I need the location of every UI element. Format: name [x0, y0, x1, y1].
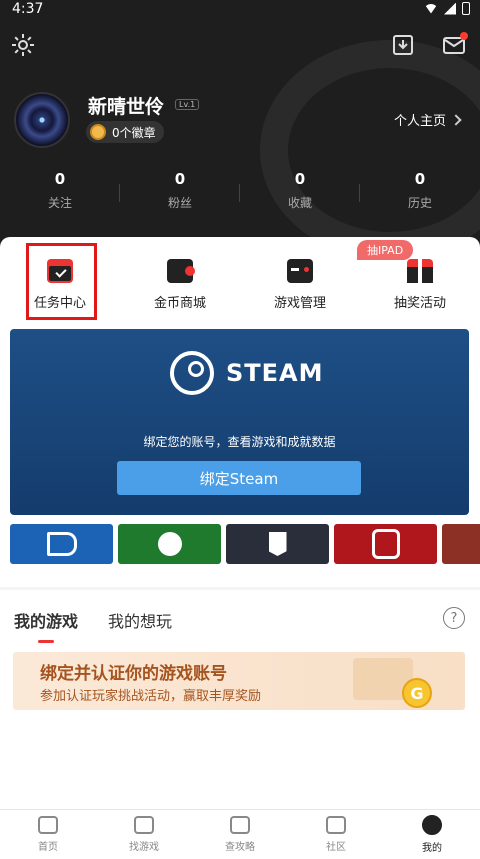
tab-label: 我的	[422, 843, 442, 854]
stat-following[interactable]: 0 关注	[0, 170, 120, 218]
message-button[interactable]	[440, 32, 468, 58]
stat-value: 0	[174, 170, 186, 188]
platform-card-partial[interactable]	[442, 524, 480, 564]
steam-logo: STEAM	[170, 351, 324, 395]
tab-label: 找游戏	[129, 842, 159, 853]
homepage-link[interactable]: 个人主页	[394, 110, 462, 129]
banner-title: 绑定并认证你的游戏账号	[40, 664, 227, 684]
quick-label: 游戏管理	[273, 295, 326, 311]
tab-my-games[interactable]: 我的游戏	[14, 608, 78, 632]
status-icons	[424, 2, 470, 15]
tab-mine[interactable]: 我的	[384, 810, 480, 859]
homepage-label: 个人主页	[394, 114, 447, 129]
bind-account-banner[interactable]: 绑定并认证你的游戏账号 参加认证玩家挑战活动，赢取丰厚奖励 G	[13, 652, 465, 710]
steam-icon	[170, 351, 214, 395]
gift-icon	[407, 258, 433, 283]
username: 新晴世伶	[88, 96, 165, 118]
coin-icon: G	[402, 678, 432, 708]
task-center-highlight	[26, 243, 97, 320]
tab-indicator	[38, 640, 54, 643]
game-management-button[interactable]: 游戏管理	[240, 247, 360, 322]
medal-icon	[90, 124, 106, 140]
help-icon[interactable]: ?	[443, 607, 465, 629]
stat-value: 0	[294, 170, 306, 188]
playstation-card[interactable]	[10, 524, 113, 564]
quick-label: 金币商城	[153, 295, 206, 311]
badges-button[interactable]: 0个徽章	[86, 121, 164, 143]
profile-header: 4:37 新晴世伶 Lv.1 0个徽章 个人主页 0 关注 0 粉丝 0 收藏 …	[0, 0, 480, 270]
stat-label: 关注	[47, 196, 72, 210]
gear-icon	[12, 34, 34, 56]
xbox-card[interactable]	[118, 524, 221, 564]
stat-value: 0	[54, 170, 66, 188]
settings-button[interactable]	[10, 32, 36, 58]
stat-label: 历史	[407, 196, 432, 210]
home-icon	[38, 816, 58, 834]
tab-label: 查攻略	[225, 842, 255, 853]
profile-icon	[422, 815, 442, 835]
download-icon	[393, 35, 413, 55]
notification-dot	[460, 32, 468, 40]
epic-games-card[interactable]	[226, 524, 329, 564]
badges-count: 0个徽章	[112, 125, 156, 140]
banner-subtitle: 参加认证玩家挑战活动，赢取丰厚奖励	[40, 689, 262, 704]
tab-label: 社区	[326, 842, 346, 853]
steam-bind-card: STEAM 绑定您的账号，查看游戏和成就数据 绑定Steam	[10, 329, 469, 515]
header-decoration	[260, 40, 480, 260]
chat-icon	[326, 816, 346, 834]
platform-carousel[interactable]	[10, 524, 480, 564]
coin-shop-button[interactable]: 金币商城	[120, 247, 240, 322]
stat-label: 粉丝	[167, 196, 192, 210]
status-time: 4:37	[12, 1, 44, 17]
tab-want-to-play[interactable]: 我的想玩	[108, 608, 172, 632]
chevron-right-icon	[450, 113, 462, 126]
gamepad-icon	[134, 816, 154, 834]
tab-find-games[interactable]: 找游戏	[96, 810, 192, 859]
lottery-tag: 抽IPAD	[357, 240, 414, 260]
my-games-section: 我的游戏 我的想玩 ? 绑定并认证你的游戏账号 参加认证玩家挑战活动，赢取丰厚奖…	[0, 590, 480, 810]
stat-history[interactable]: 0 历史	[360, 170, 480, 218]
bottom-tab-bar: 首页 找游戏 查攻略 社区 我的	[0, 809, 480, 859]
guide-icon	[230, 816, 250, 834]
steam-wordmark: STEAM	[226, 359, 324, 387]
stat-value: 0	[414, 170, 426, 188]
tab-home[interactable]: 首页	[0, 810, 96, 859]
stat-followers[interactable]: 0 粉丝	[120, 170, 240, 218]
signal-icon	[444, 2, 456, 15]
steam-description: 绑定您的账号，查看游戏和成就数据	[143, 435, 336, 449]
tab-label: 首页	[38, 842, 58, 853]
wifi-icon	[424, 3, 438, 14]
stat-label: 收藏	[287, 196, 312, 210]
avatar[interactable]	[14, 92, 70, 148]
quick-label: 抽奖活动	[393, 295, 446, 311]
wallet-icon	[167, 258, 195, 283]
download-button[interactable]	[390, 32, 416, 58]
stat-favorites[interactable]: 0 收藏	[240, 170, 360, 218]
nintendo-switch-card[interactable]	[334, 524, 437, 564]
bind-steam-button[interactable]: 绑定Steam	[117, 461, 361, 495]
status-bar: 4:37	[0, 0, 480, 22]
gamepad-icon	[287, 258, 313, 283]
stats-row: 0 关注 0 粉丝 0 收藏 0 历史	[0, 170, 480, 218]
level-badge: Lv.1	[175, 99, 200, 110]
tab-community[interactable]: 社区	[288, 810, 384, 859]
battery-icon	[462, 2, 470, 15]
tab-guides[interactable]: 查攻略	[192, 810, 288, 859]
